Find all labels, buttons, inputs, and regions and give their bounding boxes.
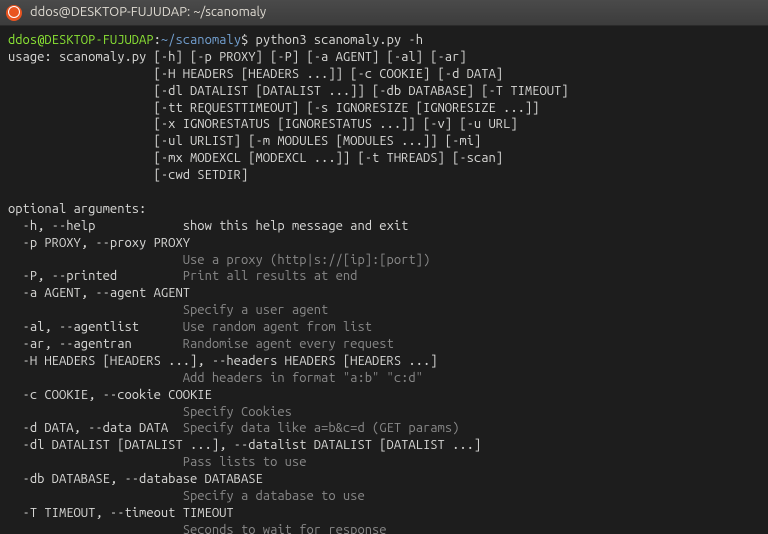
prompt-path: ~/scanomaly (161, 33, 241, 47)
arg-timeout-desc: Seconds to wait for response (8, 522, 760, 534)
arg-timeout-flag: -T TIMEOUT, --timeout TIMEOUT (8, 505, 760, 522)
arg-cookie-flag: -c COOKIE, --cookie COOKIE (8, 387, 760, 404)
arg-printed: -P, --printed Print all results at end (8, 268, 760, 285)
blank-line (8, 184, 760, 201)
prompt-user: ddos (8, 33, 37, 47)
arg-agent-desc: Specify a user agent (8, 302, 760, 319)
arg-database-desc: Specify a database to use (8, 488, 760, 505)
terminal-body[interactable]: ddos@DESKTOP-FUJUDAP:~/scanomaly$ python… (0, 26, 768, 534)
arg-desc: Use random agent from list (183, 320, 372, 334)
usage-line: [-tt REQUESTTIMEOUT] [-s IGNORESIZE [IGN… (8, 100, 760, 117)
arg-flag: -P, --printed (8, 269, 183, 283)
window-titlebar: ddos@DESKTOP-FUJUDAP: ~/scanomaly (0, 0, 768, 26)
arg-agentran: -ar, --agentran Randomise agent every re… (8, 336, 760, 353)
arg-proxy-desc: Use a proxy (http|s://[ip]:[port]) (8, 252, 760, 269)
arg-help: -h, --help show this help message and ex… (8, 218, 760, 235)
arg-flag: -d DATA, --data DATA (8, 421, 183, 435)
prompt-colon: : (154, 33, 161, 47)
arg-agent-flag: -a AGENT, --agent AGENT (8, 285, 760, 302)
arg-datalist-desc: Pass lists to use (8, 454, 760, 471)
usage-line: [-H HEADERS [HEADERS ...]] [-c COOKIE] [… (8, 66, 760, 83)
arg-flag: -ar, --agentran (8, 337, 183, 351)
arg-cookie-desc: Specify Cookies (8, 404, 760, 421)
usage-line: [-x IGNORESTATUS [IGNORESTATUS ...]] [-v… (8, 116, 760, 133)
arg-desc: Specify data like a=b&c=d (GET params) (183, 421, 460, 435)
prompt-line: ddos@DESKTOP-FUJUDAP:~/scanomaly$ python… (8, 32, 760, 49)
arg-headers-desc: Add headers in format "a:b" "c:d" (8, 370, 760, 387)
arg-desc: show this help message and exit (183, 219, 409, 233)
command-text: python3 scanomaly.py -h (256, 33, 423, 47)
arg-flag: -h, --help (8, 219, 183, 233)
window-title: ddos@DESKTOP-FUJUDAP: ~/scanomaly (30, 4, 266, 21)
arg-desc: Print all results at end (183, 269, 358, 283)
usage-line: [-dl DATALIST [DATALIST ...]] [-db DATAB… (8, 83, 760, 100)
optional-args-header: optional arguments: (8, 201, 760, 218)
arg-desc: Randomise agent every request (183, 337, 394, 351)
ubuntu-icon (6, 5, 22, 21)
prompt-host: DESKTOP-FUJUDAP (44, 33, 153, 47)
usage-line: [-mx MODEXCL [MODEXCL ...]] [-t THREADS]… (8, 150, 760, 167)
arg-proxy-flag: -p PROXY, --proxy PROXY (8, 235, 760, 252)
arg-flag: -al, --agentlist (8, 320, 183, 334)
usage-line: [-cwd SETDIR] (8, 167, 760, 184)
prompt-dollar: $ (241, 33, 256, 47)
arg-database-flag: -db DATABASE, --database DATABASE (8, 471, 760, 488)
arg-headers-flag: -H HEADERS [HEADERS ...], --headers HEAD… (8, 353, 760, 370)
usage-line: usage: scanomaly.py [-h] [-p PROXY] [-P]… (8, 49, 760, 66)
arg-data: -d DATA, --data DATA Specify data like a… (8, 420, 760, 437)
arg-agentlist: -al, --agentlist Use random agent from l… (8, 319, 760, 336)
arg-datalist-flag: -dl DATALIST [DATALIST ...], --datalist … (8, 437, 760, 454)
usage-line: [-ul URLIST] [-m MODULES [MODULES ...]] … (8, 133, 760, 150)
